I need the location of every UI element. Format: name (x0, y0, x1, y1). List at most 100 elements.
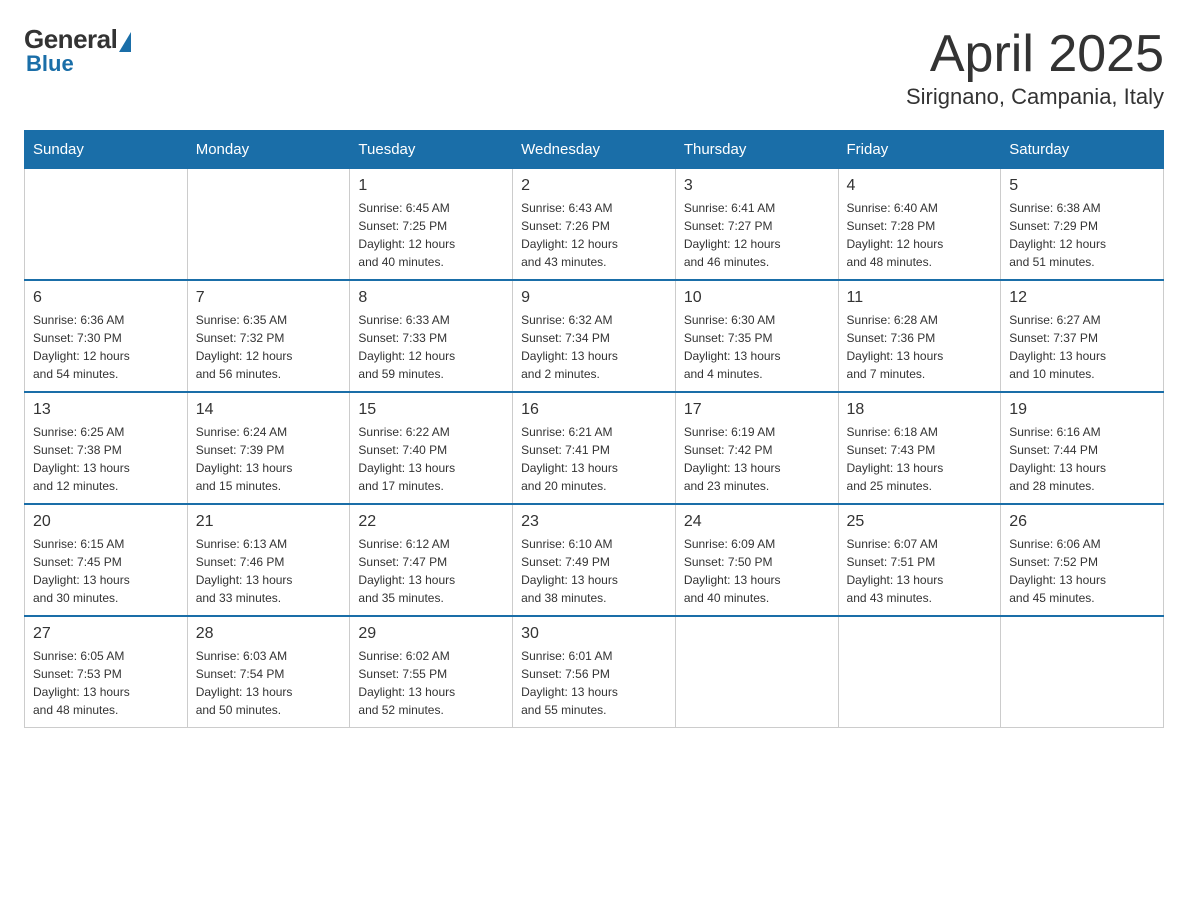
calendar-week-row-4: 20 Sunrise: 6:15 AM Sunset: 7:45 PM Dayli… (25, 504, 1164, 616)
day-info: Sunrise: 6:32 AM Sunset: 7:34 PM Dayligh… (521, 311, 667, 383)
day-number: 6 (33, 289, 179, 307)
day-info: Sunrise: 6:03 AM Sunset: 7:54 PM Dayligh… (196, 647, 342, 719)
day-number: 3 (684, 177, 830, 195)
day-number: 26 (1009, 513, 1155, 531)
day-info: Sunrise: 6:16 AM Sunset: 7:44 PM Dayligh… (1009, 423, 1155, 495)
day-info: Sunrise: 6:27 AM Sunset: 7:37 PM Dayligh… (1009, 311, 1155, 383)
calendar-cell (838, 616, 1001, 728)
weekday-header-row: SundayMondayTuesdayWednesdayThursdayFrid… (25, 131, 1164, 169)
calendar-cell: 10 Sunrise: 6:30 AM Sunset: 7:35 PM Dayli… (675, 280, 838, 392)
day-number: 30 (521, 625, 667, 643)
day-number: 10 (684, 289, 830, 307)
calendar-cell: 30 Sunrise: 6:01 AM Sunset: 7:56 PM Dayli… (513, 616, 676, 728)
logo-triangle-icon (119, 32, 131, 52)
day-info: Sunrise: 6:30 AM Sunset: 7:35 PM Dayligh… (684, 311, 830, 383)
calendar-cell (1001, 616, 1164, 728)
day-number: 2 (521, 177, 667, 195)
day-number: 7 (196, 289, 342, 307)
calendar-cell (25, 169, 188, 281)
day-info: Sunrise: 6:01 AM Sunset: 7:56 PM Dayligh… (521, 647, 667, 719)
day-number: 24 (684, 513, 830, 531)
day-number: 14 (196, 401, 342, 419)
day-info: Sunrise: 6:13 AM Sunset: 7:46 PM Dayligh… (196, 535, 342, 607)
weekday-header-wednesday: Wednesday (513, 131, 676, 169)
day-number: 18 (847, 401, 993, 419)
calendar-cell: 4 Sunrise: 6:40 AM Sunset: 7:28 PM Daylig… (838, 169, 1001, 281)
day-info: Sunrise: 6:28 AM Sunset: 7:36 PM Dayligh… (847, 311, 993, 383)
calendar-cell: 25 Sunrise: 6:07 AM Sunset: 7:51 PM Dayli… (838, 504, 1001, 616)
weekday-header-sunday: Sunday (25, 131, 188, 169)
day-number: 8 (358, 289, 504, 307)
day-info: Sunrise: 6:06 AM Sunset: 7:52 PM Dayligh… (1009, 535, 1155, 607)
day-info: Sunrise: 6:21 AM Sunset: 7:41 PM Dayligh… (521, 423, 667, 495)
day-number: 1 (358, 177, 504, 195)
day-info: Sunrise: 6:09 AM Sunset: 7:50 PM Dayligh… (684, 535, 830, 607)
day-number: 29 (358, 625, 504, 643)
day-info: Sunrise: 6:41 AM Sunset: 7:27 PM Dayligh… (684, 199, 830, 271)
calendar-week-row-5: 27 Sunrise: 6:05 AM Sunset: 7:53 PM Dayli… (25, 616, 1164, 728)
day-number: 17 (684, 401, 830, 419)
calendar-cell: 1 Sunrise: 6:45 AM Sunset: 7:25 PM Daylig… (350, 169, 513, 281)
calendar-cell: 2 Sunrise: 6:43 AM Sunset: 7:26 PM Daylig… (513, 169, 676, 281)
calendar-cell (187, 169, 350, 281)
day-number: 19 (1009, 401, 1155, 419)
day-info: Sunrise: 6:43 AM Sunset: 7:26 PM Dayligh… (521, 199, 667, 271)
day-number: 11 (847, 289, 993, 307)
day-info: Sunrise: 6:25 AM Sunset: 7:38 PM Dayligh… (33, 423, 179, 495)
day-number: 12 (1009, 289, 1155, 307)
day-info: Sunrise: 6:18 AM Sunset: 7:43 PM Dayligh… (847, 423, 993, 495)
day-info: Sunrise: 6:15 AM Sunset: 7:45 PM Dayligh… (33, 535, 179, 607)
logo: General Blue (24, 24, 131, 77)
day-info: Sunrise: 6:07 AM Sunset: 7:51 PM Dayligh… (847, 535, 993, 607)
day-number: 25 (847, 513, 993, 531)
day-info: Sunrise: 6:02 AM Sunset: 7:55 PM Dayligh… (358, 647, 504, 719)
day-number: 15 (358, 401, 504, 419)
day-info: Sunrise: 6:22 AM Sunset: 7:40 PM Dayligh… (358, 423, 504, 495)
calendar-cell: 29 Sunrise: 6:02 AM Sunset: 7:55 PM Dayli… (350, 616, 513, 728)
day-number: 4 (847, 177, 993, 195)
calendar-cell: 22 Sunrise: 6:12 AM Sunset: 7:47 PM Dayli… (350, 504, 513, 616)
calendar-week-row-3: 13Sunrise: 6:25 AM Sunset: 7:38 PM Dayli… (25, 392, 1164, 504)
calendar-cell: 21 Sunrise: 6:13 AM Sunset: 7:46 PM Dayli… (187, 504, 350, 616)
day-info: Sunrise: 6:24 AM Sunset: 7:39 PM Dayligh… (196, 423, 342, 495)
calendar-week-row-1: 1 Sunrise: 6:45 AM Sunset: 7:25 PM Daylig… (25, 169, 1164, 281)
calendar-cell (675, 616, 838, 728)
location-title: Sirignano, Campania, Italy (906, 84, 1164, 110)
calendar-cell: 16 Sunrise: 6:21 AM Sunset: 7:41 PM Dayli… (513, 392, 676, 504)
day-info: Sunrise: 6:10 AM Sunset: 7:49 PM Dayligh… (521, 535, 667, 607)
day-info: Sunrise: 6:40 AM Sunset: 7:28 PM Dayligh… (847, 199, 993, 271)
day-number: 20 (33, 513, 179, 531)
month-title: April 2025 (906, 24, 1164, 84)
day-info: Sunrise: 6:05 AM Sunset: 7:53 PM Dayligh… (33, 647, 179, 719)
calendar-cell: 24 Sunrise: 6:09 AM Sunset: 7:50 PM Dayli… (675, 504, 838, 616)
day-number: 21 (196, 513, 342, 531)
day-number: 16 (521, 401, 667, 419)
calendar-cell: 3 Sunrise: 6:41 AM Sunset: 7:27 PM Daylig… (675, 169, 838, 281)
day-number: 9 (521, 289, 667, 307)
calendar-cell: 26 Sunrise: 6:06 AM Sunset: 7:52 PM Dayli… (1001, 504, 1164, 616)
calendar-cell: 12 Sunrise: 6:27 AM Sunset: 7:37 PM Dayli… (1001, 280, 1164, 392)
day-number: 27 (33, 625, 179, 643)
weekday-header-thursday: Thursday (675, 131, 838, 169)
day-number: 22 (358, 513, 504, 531)
calendar-cell: 7Sunrise: 6:35 AM Sunset: 7:32 PM Daylig… (187, 280, 350, 392)
calendar-cell: 5 Sunrise: 6:38 AM Sunset: 7:29 PM Daylig… (1001, 169, 1164, 281)
day-number: 5 (1009, 177, 1155, 195)
day-info: Sunrise: 6:45 AM Sunset: 7:25 PM Dayligh… (358, 199, 504, 271)
calendar-cell: 11 Sunrise: 6:28 AM Sunset: 7:36 PM Dayli… (838, 280, 1001, 392)
calendar-cell: 19 Sunrise: 6:16 AM Sunset: 7:44 PM Dayli… (1001, 392, 1164, 504)
day-number: 28 (196, 625, 342, 643)
page-header: General Blue April 2025 Sirignano, Campa… (24, 24, 1164, 110)
calendar-cell: 28 Sunrise: 6:03 AM Sunset: 7:54 PM Dayli… (187, 616, 350, 728)
day-info: Sunrise: 6:33 AM Sunset: 7:33 PM Dayligh… (358, 311, 504, 383)
calendar-cell: 6 Sunrise: 6:36 AM Sunset: 7:30 PM Daylig… (25, 280, 188, 392)
day-info: Sunrise: 6:19 AM Sunset: 7:42 PM Dayligh… (684, 423, 830, 495)
day-info: Sunrise: 6:12 AM Sunset: 7:47 PM Dayligh… (358, 535, 504, 607)
day-info: Sunrise: 6:38 AM Sunset: 7:29 PM Dayligh… (1009, 199, 1155, 271)
calendar-cell: 8 Sunrise: 6:33 AM Sunset: 7:33 PM Daylig… (350, 280, 513, 392)
day-info: Sunrise: 6:36 AM Sunset: 7:30 PM Dayligh… (33, 311, 179, 383)
weekday-header-tuesday: Tuesday (350, 131, 513, 169)
title-block: April 2025 Sirignano, Campania, Italy (906, 24, 1164, 110)
calendar-cell: 9 Sunrise: 6:32 AM Sunset: 7:34 PM Daylig… (513, 280, 676, 392)
calendar-cell: 15 Sunrise: 6:22 AM Sunset: 7:40 PM Dayli… (350, 392, 513, 504)
